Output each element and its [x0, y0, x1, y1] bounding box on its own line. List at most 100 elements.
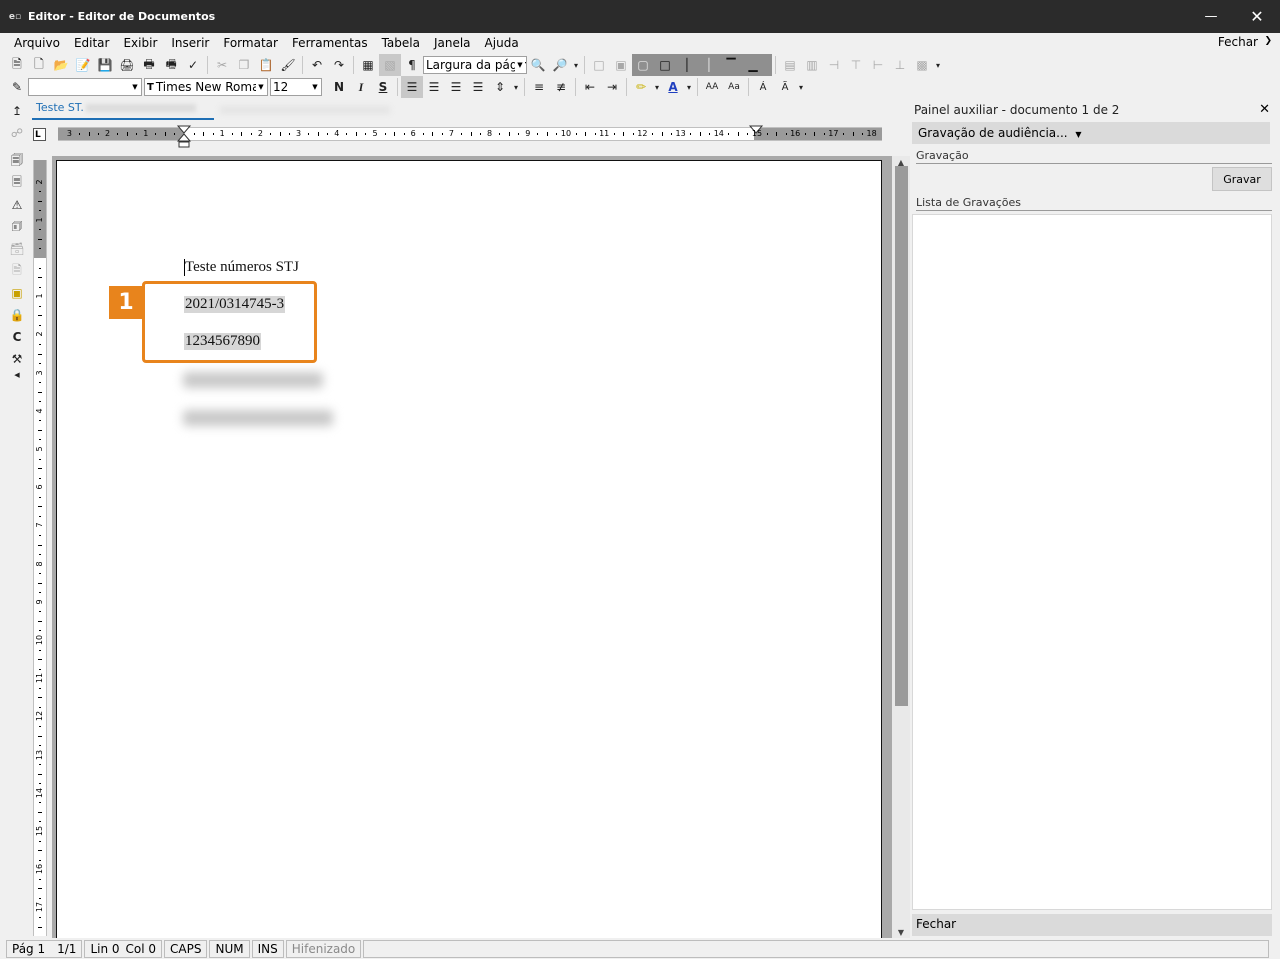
expand-arrow-icon[interactable]: ◀ — [6, 370, 28, 380]
print-icon[interactable]: 🖨 — [116, 54, 138, 76]
c-icon[interactable]: C — [6, 326, 28, 348]
font-color-icon[interactable]: A — [662, 76, 684, 98]
merge-cells-icon[interactable]: ▤ — [779, 54, 801, 76]
zoom-in-icon[interactable]: 🔎 — [549, 54, 571, 76]
line-spacing-icon[interactable]: ⇕ — [489, 76, 511, 98]
close-window-button[interactable]: ✕ — [1234, 0, 1280, 33]
menu-ajuda[interactable]: Ajuda — [478, 36, 526, 50]
increase-indent-icon[interactable]: ⇥ — [601, 76, 623, 98]
italic-button[interactable]: I — [350, 76, 372, 98]
recordings-list[interactable] — [912, 214, 1272, 910]
menu-tabela[interactable]: Tabela — [375, 36, 427, 50]
format-painter-icon[interactable]: 🖌 — [277, 54, 299, 76]
font-color-dropdown-icon[interactable]: ▾ — [684, 76, 694, 98]
paste-icon[interactable]: 📋 — [255, 54, 277, 76]
document-page[interactable]: Teste números STJ 2021/0314745-3 1234567… — [56, 160, 882, 950]
documents-icon[interactable]: 🗏 — [6, 172, 28, 194]
edit-document-icon[interactable]: 📝 — [72, 54, 94, 76]
lowercase-icon[interactable]: Aa — [723, 76, 745, 98]
border-top-icon[interactable]: ▔ — [720, 54, 742, 76]
warning-document-icon[interactable]: ⚠ — [6, 194, 28, 216]
vertical-ruler[interactable]: 2 1 1 2 3 4 5 6 7 8 9 10 11 12 13 14 15 16 17 — [33, 160, 47, 936]
save-icon[interactable]: 💾 — [94, 54, 116, 76]
numbered-list-icon[interactable]: ≢ — [550, 76, 572, 98]
decrease-indent-icon[interactable]: ⇤ — [579, 76, 601, 98]
delete-column-icon[interactable]: ⊥ — [889, 54, 911, 76]
redo-icon[interactable]: ↷ — [328, 54, 350, 76]
attachment-icon[interactable]: 🗃 — [6, 238, 28, 260]
more-table-options-icon[interactable]: ▾ — [933, 54, 943, 76]
copy-icon[interactable]: ❐ — [233, 54, 255, 76]
lock-icon[interactable]: 🔒 — [6, 304, 28, 326]
borders-icon[interactable]: □ — [588, 54, 610, 76]
inner-borders-icon[interactable]: ▣ — [610, 54, 632, 76]
minimize-button[interactable]: — — [1188, 0, 1234, 33]
highlight-dropdown-icon[interactable]: ▾ — [652, 76, 662, 98]
symbol-icon[interactable]: Ã — [774, 76, 796, 98]
new-from-template-icon[interactable]: 🗎 — [6, 54, 28, 76]
insert-field-icon[interactable]: ↥ — [6, 100, 28, 122]
new-document-icon[interactable]: 🗋 — [28, 54, 50, 76]
close-panel-icon[interactable]: ✕ — [1259, 102, 1270, 117]
link-icon[interactable]: ☍ — [6, 122, 28, 144]
uppercase-icon[interactable]: AA — [701, 76, 723, 98]
signature-icon[interactable]: ▣ — [6, 282, 28, 304]
delete-row-icon[interactable]: ⊢ — [867, 54, 889, 76]
menu-editar[interactable]: Editar — [67, 36, 117, 50]
pilcrow-icon[interactable]: ¶ — [401, 54, 423, 76]
undo-icon[interactable]: ↶ — [306, 54, 328, 76]
doc-line-title[interactable]: Teste números STJ — [185, 259, 299, 276]
paint-roller-icon[interactable]: ⚒ — [6, 348, 28, 370]
open-folder-icon[interactable]: 📂 — [50, 54, 72, 76]
split-cells-icon[interactable]: ▥ — [801, 54, 823, 76]
scrollbar-thumb[interactable] — [895, 166, 908, 706]
border-right-icon[interactable]: │ — [698, 54, 720, 76]
menu-arquivo[interactable]: Arquivo — [7, 36, 67, 50]
bold-button[interactable]: N — [328, 76, 350, 98]
horizontal-ruler[interactable]: 3 2 1 1 2 3 4 5 6 7 8 9 10 11 12 13 14 15 16 17 18 — [58, 125, 882, 148]
styles-icon[interactable]: ✎ — [6, 76, 28, 98]
highlight-icon[interactable]: ✏ — [630, 76, 652, 98]
panel-fechar-button[interactable]: Fechar — [912, 914, 1272, 936]
dropdown-arrow-icon[interactable]: ▼ — [310, 79, 320, 95]
tab-stop-selector[interactable]: L — [33, 128, 46, 141]
align-left-icon[interactable]: ☰ — [401, 76, 423, 98]
dropdown-arrow-icon[interactable]: ▼ — [256, 79, 266, 95]
indent-marker-icon[interactable] — [176, 125, 192, 148]
scroll-down-icon[interactable]: ▼ — [892, 926, 910, 938]
menu-ferramentas[interactable]: Ferramentas — [285, 36, 375, 50]
print-preview-icon[interactable]: 🖶 — [138, 54, 160, 76]
chevron-right-icon[interactable]: ❯ — [1264, 36, 1272, 46]
more-options-icon[interactable]: ▾ — [571, 54, 581, 76]
templates-icon[interactable]: 🗐 — [6, 150, 28, 172]
zoom-select[interactable]: Largura da págin ▼ — [423, 56, 527, 74]
font-size-select[interactable]: 12 ▼ — [270, 78, 322, 96]
insert-column-icon[interactable]: ⊤ — [845, 54, 867, 76]
list-document-icon[interactable]: 🗊 — [6, 216, 28, 238]
insert-row-icon[interactable]: ⊣ — [823, 54, 845, 76]
special-char-icon[interactable]: Á — [752, 76, 774, 98]
font-select[interactable]: T Times New Romar ▼ — [144, 78, 268, 96]
border-outside-icon[interactable]: ▢ — [632, 54, 654, 76]
gravar-button[interactable]: Gravar — [1212, 167, 1272, 191]
menu-janela[interactable]: Janela — [427, 36, 478, 50]
print-options-icon[interactable]: 🖷 — [160, 54, 182, 76]
spellcheck-icon[interactable]: ✓ — [182, 54, 204, 76]
underline-button[interactable]: S — [372, 76, 394, 98]
dropdown-arrow-icon[interactable]: ▼ — [515, 57, 525, 73]
table-properties-icon[interactable]: ▩ — [911, 54, 933, 76]
align-right-icon[interactable]: ☰ — [445, 76, 467, 98]
cut-icon[interactable]: ✂ — [211, 54, 233, 76]
dropdown-arrow-icon[interactable]: ▼ — [130, 79, 140, 95]
border-left-icon[interactable]: │ — [676, 54, 698, 76]
border-bottom-icon[interactable]: ▁ — [742, 54, 764, 76]
border-box-icon[interactable]: □ — [654, 54, 676, 76]
bullet-list-icon[interactable]: ≡ — [528, 76, 550, 98]
dropdown-arrow-icon[interactable]: ▼ — [1075, 130, 1081, 139]
align-center-icon[interactable]: ☰ — [423, 76, 445, 98]
menu-fechar[interactable]: Fechar — [1218, 35, 1258, 49]
insert-table-icon[interactable]: ▦ — [357, 54, 379, 76]
menu-exibir[interactable]: Exibir — [116, 36, 164, 50]
vertical-scrollbar[interactable]: ▲ ▼ — [892, 156, 910, 938]
document-tab[interactable]: Teste ST. — [32, 100, 214, 120]
